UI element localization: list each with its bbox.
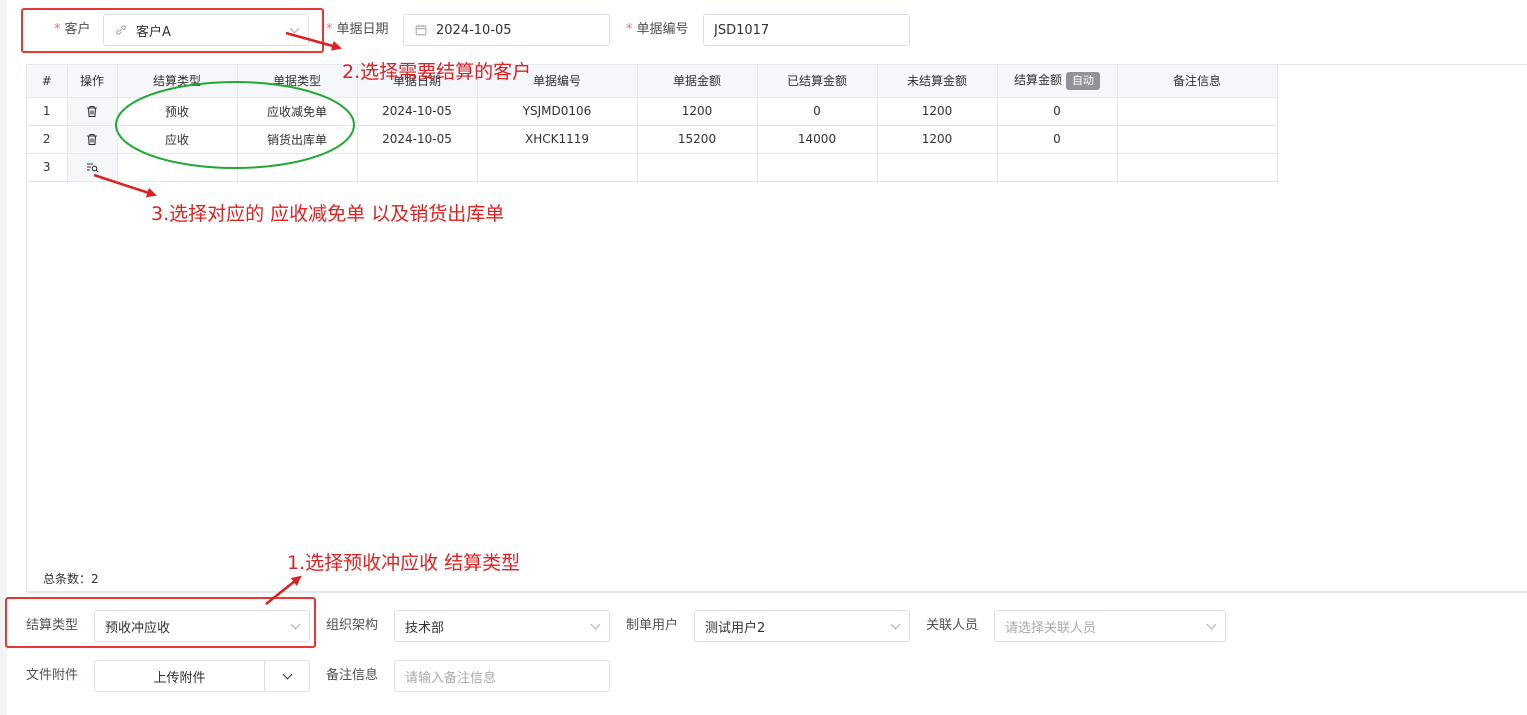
row-index: 2: [27, 125, 68, 154]
row-settled: 14000: [757, 125, 878, 154]
row-op: [67, 125, 118, 154]
doc-date-label: * 单据日期: [326, 22, 389, 37]
annotation-step1: 1.选择预收冲应收 结算类型: [287, 552, 521, 574]
attachment-upload: 上传附件: [94, 660, 310, 692]
calendar-icon: [415, 24, 427, 36]
select-list-icon[interactable]: [86, 162, 99, 173]
table-row: 1 预收 应收减免单 2024-10-05 YSJMD0106 1200 0 1…: [27, 97, 1278, 126]
doc-no-input[interactable]: JSD1017: [703, 14, 910, 46]
row-doc-date: 2024-10-05: [357, 97, 478, 126]
attachment-label: 文件附件: [26, 668, 79, 683]
upload-button[interactable]: 上传附件: [95, 661, 265, 691]
col-unsettled: 未结算金额: [877, 65, 998, 98]
row-doc-no: XHCK1119: [477, 125, 638, 154]
section-divider: [26, 592, 1527, 593]
remark-placeholder: 请输入备注信息: [405, 670, 497, 686]
auto-badge[interactable]: 自动: [1066, 72, 1100, 91]
row-doc-no: YSJMD0106: [477, 97, 638, 126]
annotation-step2: 2.选择需要结算的客户: [342, 61, 532, 83]
doc-date-value: 2024-10-05: [436, 22, 512, 38]
annotation-step3: 3.选择对应的 应收减免单 以及销货出库单: [151, 203, 505, 225]
col-doc-amount: 单据金额: [637, 65, 758, 98]
doc-no-label: * 单据编号: [626, 22, 689, 37]
doc-no-value: JSD1017: [714, 22, 770, 38]
col-settle-amount: 结算金额 自动: [997, 65, 1118, 98]
col-doc-type: 单据类型: [237, 65, 358, 98]
row-settled: 0: [757, 97, 878, 126]
row-doc-date: 2024-10-05: [357, 125, 478, 154]
table-row: 2 应收 销货出库单 2024-10-05 XHCK1119 15200 140…: [27, 125, 1278, 154]
chevron-down-icon: [890, 619, 901, 629]
row-remark[interactable]: [1117, 125, 1278, 154]
col-op: 操作: [67, 65, 118, 98]
row-unsettled: 1200: [877, 125, 998, 154]
related-label: 关联人员: [926, 618, 979, 633]
chevron-down-icon: [590, 619, 601, 629]
trash-icon[interactable]: [86, 133, 98, 146]
row-settle-type: 应收: [117, 125, 238, 154]
trash-icon[interactable]: [86, 105, 98, 118]
row-doc-type: 应收减免单: [237, 97, 358, 126]
org-label: 组织架构: [326, 618, 379, 633]
col-remark: 备注信息: [1117, 65, 1278, 98]
upload-dropdown[interactable]: [265, 661, 309, 691]
maker-label: 制单用户: [626, 618, 679, 633]
settlement-grid: # 操作 结算类型 单据类型 单据日期 单据编号 单据金额 已结算金额 未结算金…: [27, 65, 1278, 182]
maker-select[interactable]: 测试用户2: [694, 610, 910, 642]
chevron-down-icon: [1206, 619, 1217, 629]
row-settle-amount[interactable]: 0: [997, 125, 1118, 154]
org-select[interactable]: 技术部: [394, 610, 610, 642]
remark-label: 备注信息: [326, 668, 379, 683]
table-header-row: # 操作 结算类型 单据类型 单据日期 单据编号 单据金额 已结算金额 未结算金…: [27, 65, 1278, 98]
chevron-down-icon: [282, 669, 292, 679]
org-value: 技术部: [405, 620, 445, 636]
annotation-box-customer: [21, 8, 324, 53]
row-remark[interactable]: [1117, 97, 1278, 126]
row-doc-type: 销货出库单: [237, 125, 358, 154]
row-index: 3: [27, 153, 68, 182]
col-index: #: [27, 65, 68, 98]
annotation-box-settle-type: [5, 597, 316, 648]
settlement-table: # 操作 结算类型 单据类型 单据日期 单据编号 单据金额 已结算金额 未结算金…: [26, 64, 1527, 592]
row-unsettled: 1200: [877, 97, 998, 126]
row-op: [67, 97, 118, 126]
doc-date-picker[interactable]: 2024-10-05: [403, 14, 610, 46]
total-count: 总条数：2: [43, 572, 99, 586]
col-settle-type: 结算类型: [117, 65, 238, 98]
row-index: 1: [27, 97, 68, 126]
related-select[interactable]: 请选择关联人员: [994, 610, 1226, 642]
table-row-empty: 3: [27, 153, 1278, 182]
row-op: [67, 153, 118, 182]
row-settle-amount[interactable]: 0: [997, 97, 1118, 126]
row-doc-amount: 15200: [637, 125, 758, 154]
related-placeholder: 请选择关联人员: [1005, 620, 1097, 636]
row-doc-amount: 1200: [637, 97, 758, 126]
maker-value: 测试用户2: [705, 620, 766, 636]
row-settle-type: 预收: [117, 97, 238, 126]
col-settled: 已结算金额: [757, 65, 878, 98]
remark-input[interactable]: 请输入备注信息: [394, 660, 610, 692]
